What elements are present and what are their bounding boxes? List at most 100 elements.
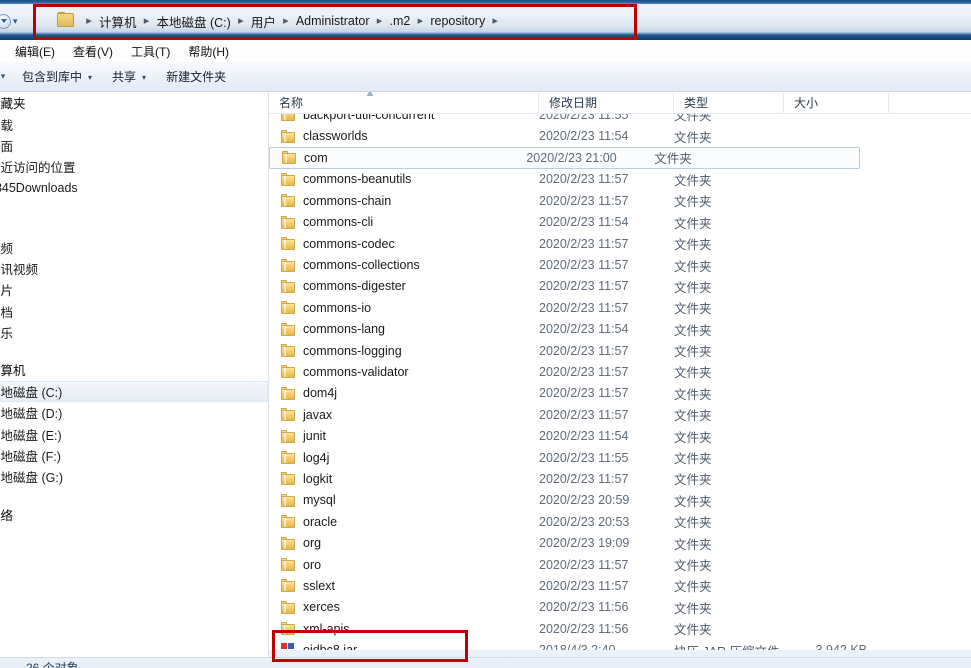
file-name-label: commons-lang — [303, 322, 385, 337]
breadcrumb-item-users[interactable]: 用户 — [248, 11, 279, 32]
navigation-buttons[interactable]: ▾ — [0, 10, 46, 32]
file-row[interactable]: junit 2020/2/23 11:54 文件夹 — [269, 425, 971, 446]
file-row[interactable]: commons-logging 2020/2/23 11:57 文件夹 — [269, 340, 971, 361]
file-date-modified: 2020/2/23 11:55 — [539, 114, 629, 122]
sidebar-item-local-disk-c[interactable]: 本地磁盘 (C:) — [0, 380, 268, 403]
file-row[interactable]: oracle 2020/2/23 20:53 文件夹 — [269, 511, 971, 532]
sidebar-group-libraries[interactable]: 库 — [0, 215, 268, 236]
pane-divider[interactable] — [268, 92, 269, 657]
file-row[interactable]: commons-beanutils 2020/2/23 11:57 文件夹 — [269, 169, 971, 190]
sidebar-item-label: 2345Downloads — [0, 181, 78, 196]
file-row[interactable]: log4j 2020/2/23 11:55 文件夹 — [269, 447, 971, 468]
file-row[interactable]: backport-util-concurrent 2020/2/23 11:55 文… — [269, 114, 971, 125]
breadcrumb-item-computer[interactable]: 计算机 — [96, 11, 140, 32]
file-row[interactable]: commons-chain 2020/2/23 11:57 文件夹 — [269, 190, 971, 211]
breadcrumb-item-repository[interactable]: repository — [427, 13, 488, 29]
sidebar-item-local-disk-g[interactable]: 本地磁盘 (G:) — [0, 466, 268, 487]
file-row-name-cell: mysql — [269, 493, 539, 507]
file-name-label: backport-util-concurrent — [303, 114, 435, 122]
file-date-modified: 2020/2/23 11:57 — [539, 343, 629, 358]
breadcrumb[interactable]: 计算机 本地磁盘 (C:) 用户 Administrator .m2 repos… — [82, 0, 502, 40]
file-row[interactable]: javax 2020/2/23 11:57 文件夹 — [269, 404, 971, 425]
file-row[interactable]: commons-codec 2020/2/23 11:57 文件夹 — [269, 233, 971, 254]
breadcrumb-separator[interactable] — [279, 16, 293, 27]
breadcrumb-separator[interactable] — [488, 16, 502, 27]
sidebar-item-label: 音乐 — [0, 327, 14, 342]
file-row-name-cell: commons-codec — [269, 237, 539, 251]
sidebar-item-documents[interactable]: 文档 — [0, 301, 268, 322]
breadcrumb-item-m2[interactable]: .m2 — [386, 13, 413, 29]
breadcrumb-item-local-disk-c[interactable]: 本地磁盘 (C:) — [154, 11, 234, 32]
toolbar-share[interactable]: 共享 ▾ — [102, 64, 156, 89]
file-name-label: junit — [303, 429, 326, 444]
file-date-modified: 2020/2/23 11:56 — [539, 621, 629, 636]
file-row[interactable]: sslext 2020/2/23 11:57 文件夹 — [269, 575, 971, 596]
folder-icon — [281, 536, 296, 550]
file-row[interactable]: logkit 2020/2/23 11:57 文件夹 — [269, 468, 971, 489]
column-header-type[interactable]: 类型 — [674, 92, 784, 114]
file-row[interactable]: com 2020/2/23 21:00 文件夹 — [269, 146, 860, 169]
column-header-name[interactable]: 名称 — [269, 92, 539, 114]
breadcrumb-item-administrator[interactable]: Administrator — [293, 13, 373, 29]
file-row[interactable]: xerces 2020/2/23 11:56 文件夹 — [269, 597, 971, 618]
file-row[interactable]: classworlds 2020/2/23 11:54 文件夹 — [269, 125, 971, 146]
file-name-label: dom4j — [303, 386, 338, 401]
sidebar-item-recent-places[interactable]: 最近访问的位置 — [0, 156, 268, 177]
sidebar-item-local-disk-d[interactable]: 本地磁盘 (D:) — [0, 402, 268, 423]
sidebar-item-tencent-video[interactable]: 腾讯视频 — [0, 258, 268, 279]
file-name-label: commons-chain — [303, 193, 392, 208]
menu-edit[interactable]: 编辑(E) — [6, 41, 64, 62]
sidebar-item-music[interactable]: 音乐 — [0, 322, 268, 343]
menu-tools[interactable]: 工具(T) — [122, 41, 179, 62]
file-name-label: org — [303, 536, 322, 551]
navigation-pane[interactable]: 收藏夹 下载 桌面 最近访问的位置 2345Downloads 库 视频 腾讯视… — [0, 92, 268, 657]
menu-view[interactable]: 查看(V) — [64, 41, 122, 62]
file-row[interactable]: commons-cli 2020/2/23 11:54 文件夹 — [269, 212, 971, 233]
file-name-label: mysql — [303, 493, 336, 508]
sidebar-group-favorites[interactable]: 收藏夹 — [0, 92, 268, 113]
chevron-down-icon: ▾ — [142, 73, 147, 82]
sidebar-item-videos[interactable]: 视频 — [0, 236, 268, 257]
toolbar-include-in-library[interactable]: 包含到库中 ▾ — [12, 64, 102, 89]
sidebar-item-desktop[interactable]: 桌面 — [0, 135, 268, 156]
file-rows-viewport[interactable]: backport-util-concurrent 2020/2/23 11:55 文… — [269, 114, 971, 657]
file-row[interactable]: commons-lang 2020/2/23 11:54 文件夹 — [269, 319, 971, 340]
toolbar-overflow-icon[interactable]: ▾ — [0, 71, 12, 82]
file-row[interactable]: commons-collections 2020/2/23 11:57 文件夹 — [269, 254, 971, 275]
sidebar-item-local-disk-f[interactable]: 本地磁盘 (F:) — [0, 445, 268, 466]
breadcrumb-separator[interactable] — [372, 16, 386, 27]
recent-pages-dropdown-icon[interactable]: ▾ — [13, 16, 18, 27]
file-row[interactable]: commons-io 2020/2/23 11:57 文件夹 — [269, 297, 971, 318]
file-row[interactable]: oro 2020/2/23 11:57 文件夹 — [269, 554, 971, 575]
sidebar-item-pictures[interactable]: 图片 — [0, 279, 268, 300]
toolbar-new-folder[interactable]: 新建文件夹 — [156, 64, 236, 89]
breadcrumb-separator[interactable] — [234, 16, 248, 27]
breadcrumb-separator[interactable] — [140, 16, 154, 27]
sidebar-item-2345downloads[interactable]: 2345Downloads — [0, 178, 268, 199]
sidebar-group-libraries-label: 库 — [0, 216, 1, 235]
sidebar-group-computer[interactable]: 计算机 — [0, 359, 268, 380]
menu-help[interactable]: 帮助(H) — [179, 41, 238, 62]
back-arrow-icon[interactable] — [0, 13, 11, 29]
column-header-size[interactable]: 大小 — [784, 92, 889, 114]
sidebar-item-downloads[interactable]: 下载 — [0, 113, 268, 134]
file-row[interactable]: org 2020/2/23 19:09 文件夹 — [269, 532, 971, 553]
file-type: 文件夹 — [674, 173, 712, 188]
breadcrumb-separator[interactable] — [413, 16, 427, 27]
file-row[interactable]: commons-digester 2020/2/23 11:57 文件夹 — [269, 276, 971, 297]
file-row[interactable]: mysql 2020/2/23 20:59 文件夹 — [269, 490, 971, 511]
file-row[interactable]: dom4j 2020/2/23 11:57 文件夹 — [269, 383, 971, 404]
bottom-selection-strip — [269, 650, 971, 657]
file-row[interactable]: commons-validator 2020/2/23 11:57 文件夹 — [269, 361, 971, 382]
folder-icon — [281, 301, 296, 315]
file-row-name-cell: commons-digester — [269, 279, 539, 293]
file-row[interactable]: xml-apis 2020/2/23 11:56 文件夹 — [269, 618, 971, 639]
sidebar-item-local-disk-e[interactable]: 本地磁盘 (E:) — [0, 423, 268, 444]
file-date-modified: 2020/2/23 11:54 — [539, 129, 629, 144]
sidebar-group-network[interactable]: 网络 — [0, 504, 268, 525]
column-header-date-modified[interactable]: 修改日期 — [539, 92, 674, 114]
sidebar-item-label: 视频 — [0, 241, 14, 256]
file-list-pane[interactable]: 名称 修改日期 类型 大小 ▲ backport-util-concurrent… — [269, 92, 971, 657]
folder-icon — [281, 472, 296, 486]
file-row-name-cell: logkit — [269, 472, 539, 486]
